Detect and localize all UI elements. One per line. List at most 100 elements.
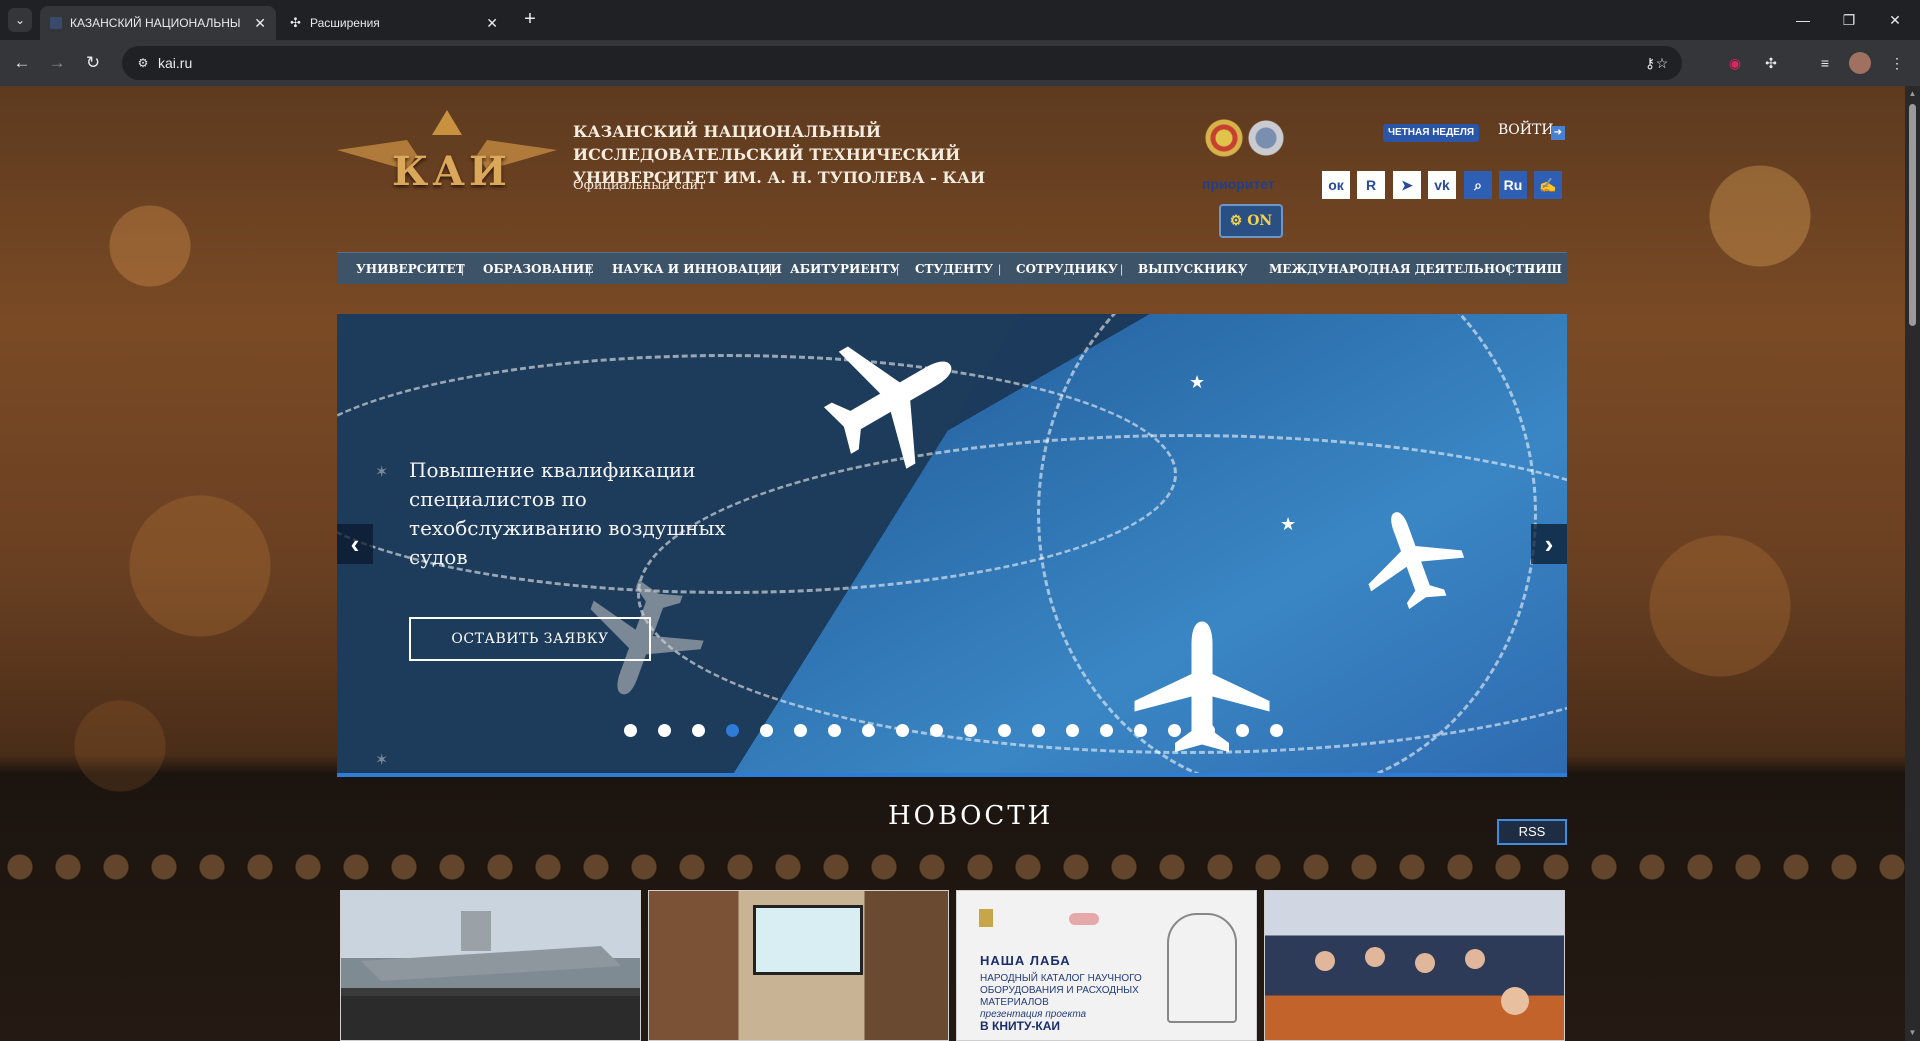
odnoklassniki-icon[interactable]: ок <box>1322 171 1350 199</box>
nav-separator: | <box>1120 262 1124 276</box>
apply-button[interactable]: ОСТАВИТЬ ЗАЯВКУ <box>409 617 651 661</box>
language-switch[interactable]: Ru <box>1499 171 1527 199</box>
vk-icon[interactable]: vk <box>1428 171 1456 199</box>
nav-students[interactable]: СТУДЕНТУ <box>915 253 993 285</box>
back-icon[interactable]: ← <box>10 51 34 75</box>
puzzle-icon: ✣ <box>290 15 301 30</box>
order-emblem-icon <box>1204 118 1244 158</box>
bookmark-star-icon[interactable]: ☆ <box>1652 53 1672 73</box>
lab-place: В КНИТУ-КАИ <box>980 1019 1061 1033</box>
slider-dot[interactable] <box>1202 724 1215 737</box>
news-card[interactable] <box>1264 890 1565 1041</box>
nav-international[interactable]: МЕЖДУНАРОДНАЯ ДЕЯТЕЛЬНОСТЬ <box>1269 253 1534 285</box>
nav-applicants[interactable]: АБИТУРИЕНТУ <box>790 253 900 285</box>
extensions-icon[interactable]: ✣ <box>1760 52 1782 74</box>
tab-search-button[interactable]: ⌄ <box>8 8 32 32</box>
slider-dot[interactable] <box>760 724 773 737</box>
search-icon[interactable]: ⌕ <box>1464 171 1492 199</box>
reload-icon[interactable]: ↻ <box>81 51 105 75</box>
address-bar[interactable]: ⚙ kai.ru ⚷ ☆ <box>122 46 1682 80</box>
restore-icon[interactable]: ❐ <box>1826 0 1872 40</box>
slider-dot[interactable] <box>862 724 875 737</box>
nav-education[interactable]: ОБРАЗОВАНИЕ <box>483 253 593 285</box>
accessibility-toggle[interactable]: ⚙ ON <box>1219 204 1283 238</box>
logo-text: КАИ <box>392 148 511 195</box>
main-navigation: УНИВЕРСИТЕТ | ОБРАЗОВАНИЕ | НАУКА И ИННО… <box>337 252 1567 284</box>
nav-pish[interactable]: ПИШ <box>1524 253 1562 285</box>
rss-button[interactable]: RSS <box>1497 819 1567 845</box>
close-tab-icon[interactable]: ✕ <box>254 6 266 40</box>
emblems <box>1204 118 1294 162</box>
next-slide-icon[interactable]: › <box>1531 524 1567 564</box>
slider-dot[interactable] <box>930 724 943 737</box>
slider-dot[interactable] <box>1066 724 1079 737</box>
kai-logo[interactable]: КАИ <box>337 110 557 200</box>
nav-separator: | <box>588 262 592 276</box>
url-text[interactable]: kai.ru <box>158 46 192 80</box>
telegram-icon[interactable]: ➤ <box>1393 171 1421 199</box>
nav-separator: | <box>769 262 773 276</box>
news-heading: НОВОСТИ <box>888 801 1054 831</box>
tab-kai[interactable]: КАЗАНСКИЙ НАЦИОНАЛЬНЫЙ ✕ <box>40 6 276 40</box>
tab-title: КАЗАНСКИЙ НАЦИОНАЛЬНЫЙ <box>70 16 240 30</box>
slider-dot[interactable] <box>658 724 671 737</box>
slider-dot[interactable] <box>726 724 739 737</box>
slider-dot[interactable] <box>896 724 909 737</box>
login-icon[interactable]: ➜ <box>1551 126 1565 140</box>
minimize-icon[interactable]: — <box>1780 0 1826 40</box>
nav-separator: | <box>461 262 465 276</box>
slider-dot[interactable] <box>1134 724 1147 737</box>
signature-icon[interactable]: ✍ <box>1534 171 1562 199</box>
nav-university[interactable]: УНИВЕРСИТЕТ <box>356 253 465 285</box>
browser-toolbar: ← → ↻ ⚙ kai.ru ⚷ ☆ ◉ ✣ ≡ ⋮ <box>0 40 1920 86</box>
slider-dot[interactable] <box>1270 724 1283 737</box>
nav-separator: | <box>1240 262 1244 276</box>
nav-staff[interactable]: СОТРУДНИКУ <box>1016 253 1118 285</box>
nav-science[interactable]: НАУКА И ИННОВАЦИИ <box>612 253 782 285</box>
scroll-down-icon[interactable]: ▼ <box>1907 1027 1918 1039</box>
toggle-label: ON <box>1247 213 1273 229</box>
tab-extensions[interactable]: ✣ Расширения ✕ <box>280 6 508 40</box>
news-photo-ship <box>341 911 640 1040</box>
slide-headline: Повышение квалификации специалистов по т… <box>409 458 726 569</box>
slider-dot[interactable] <box>1100 724 1113 737</box>
priority-logo[interactable]: приоритет <box>1202 176 1275 192</box>
slider-dot[interactable] <box>624 724 637 737</box>
close-window-icon[interactable]: ✕ <box>1872 0 1918 40</box>
profile-avatar[interactable] <box>1849 52 1871 74</box>
rutube-icon[interactable]: R <box>1357 171 1385 199</box>
forward-icon[interactable]: → <box>45 51 69 75</box>
browser-tabbar: ⌄ КАЗАНСКИЙ НАЦИОНАЛЬНЫЙ ✕ ✣ Расширения … <box>0 0 1920 40</box>
news-card[interactable] <box>340 890 641 1041</box>
close-tab-icon[interactable]: ✕ <box>486 6 498 40</box>
site-info-icon[interactable]: ⚙ <box>134 54 152 72</box>
news-photo-audience <box>1315 947 1529 1015</box>
slider-dot[interactable] <box>998 724 1011 737</box>
menu-icon[interactable]: ⋮ <box>1886 52 1908 74</box>
lab-subtitle-text: НАРОДНЫЙ КАТАЛОГ НАУЧНОГО ОБОРУДОВАНИЯ И… <box>980 973 1142 1008</box>
prev-slide-icon[interactable]: ‹ <box>337 524 373 564</box>
slider-dot[interactable] <box>828 724 841 737</box>
slider-dot[interactable] <box>794 724 807 737</box>
slider-dot[interactable] <box>692 724 705 737</box>
new-tab-button[interactable]: + <box>520 6 540 34</box>
nav-separator: | <box>896 262 900 276</box>
kai-page: КАИ КАЗАНСКИЙ НАЦИОНАЛЬНЫЙ ИССЛЕДОВАТЕЛЬ… <box>0 86 1905 1041</box>
nav-graduates[interactable]: ВЫПУСКНИКУ <box>1138 253 1247 285</box>
news-card[interactable]: НАША ЛАБА НАРОДНЫЙ КАТАЛОГ НАУЧНОГО ОБОР… <box>956 890 1257 1041</box>
slider-dot[interactable] <box>1032 724 1045 737</box>
hero-slider[interactable]: ★ ★ ✶ ✶ Повышение квалификации специалис… <box>337 314 1567 777</box>
slider-dot[interactable] <box>1236 724 1249 737</box>
slider-dot[interactable] <box>1168 724 1181 737</box>
login-link[interactable]: ВОЙТИ <box>1498 122 1554 138</box>
news-card[interactable] <box>648 890 949 1041</box>
week-parity-badge: ЧЕТНАЯ НЕДЕЛЯ <box>1383 124 1480 142</box>
star-icon: ★ <box>1280 514 1297 534</box>
lab-title: НАША ЛАБА <box>980 953 1071 968</box>
record-extension-icon[interactable]: ◉ <box>1724 52 1746 74</box>
scroll-thumb[interactable] <box>1909 104 1916 326</box>
scroll-up-icon[interactable]: ▲ <box>1907 88 1918 100</box>
nav-separator: | <box>1508 262 1512 276</box>
media-controls-icon[interactable]: ≡ <box>1814 52 1836 74</box>
slider-dot[interactable] <box>964 724 977 737</box>
